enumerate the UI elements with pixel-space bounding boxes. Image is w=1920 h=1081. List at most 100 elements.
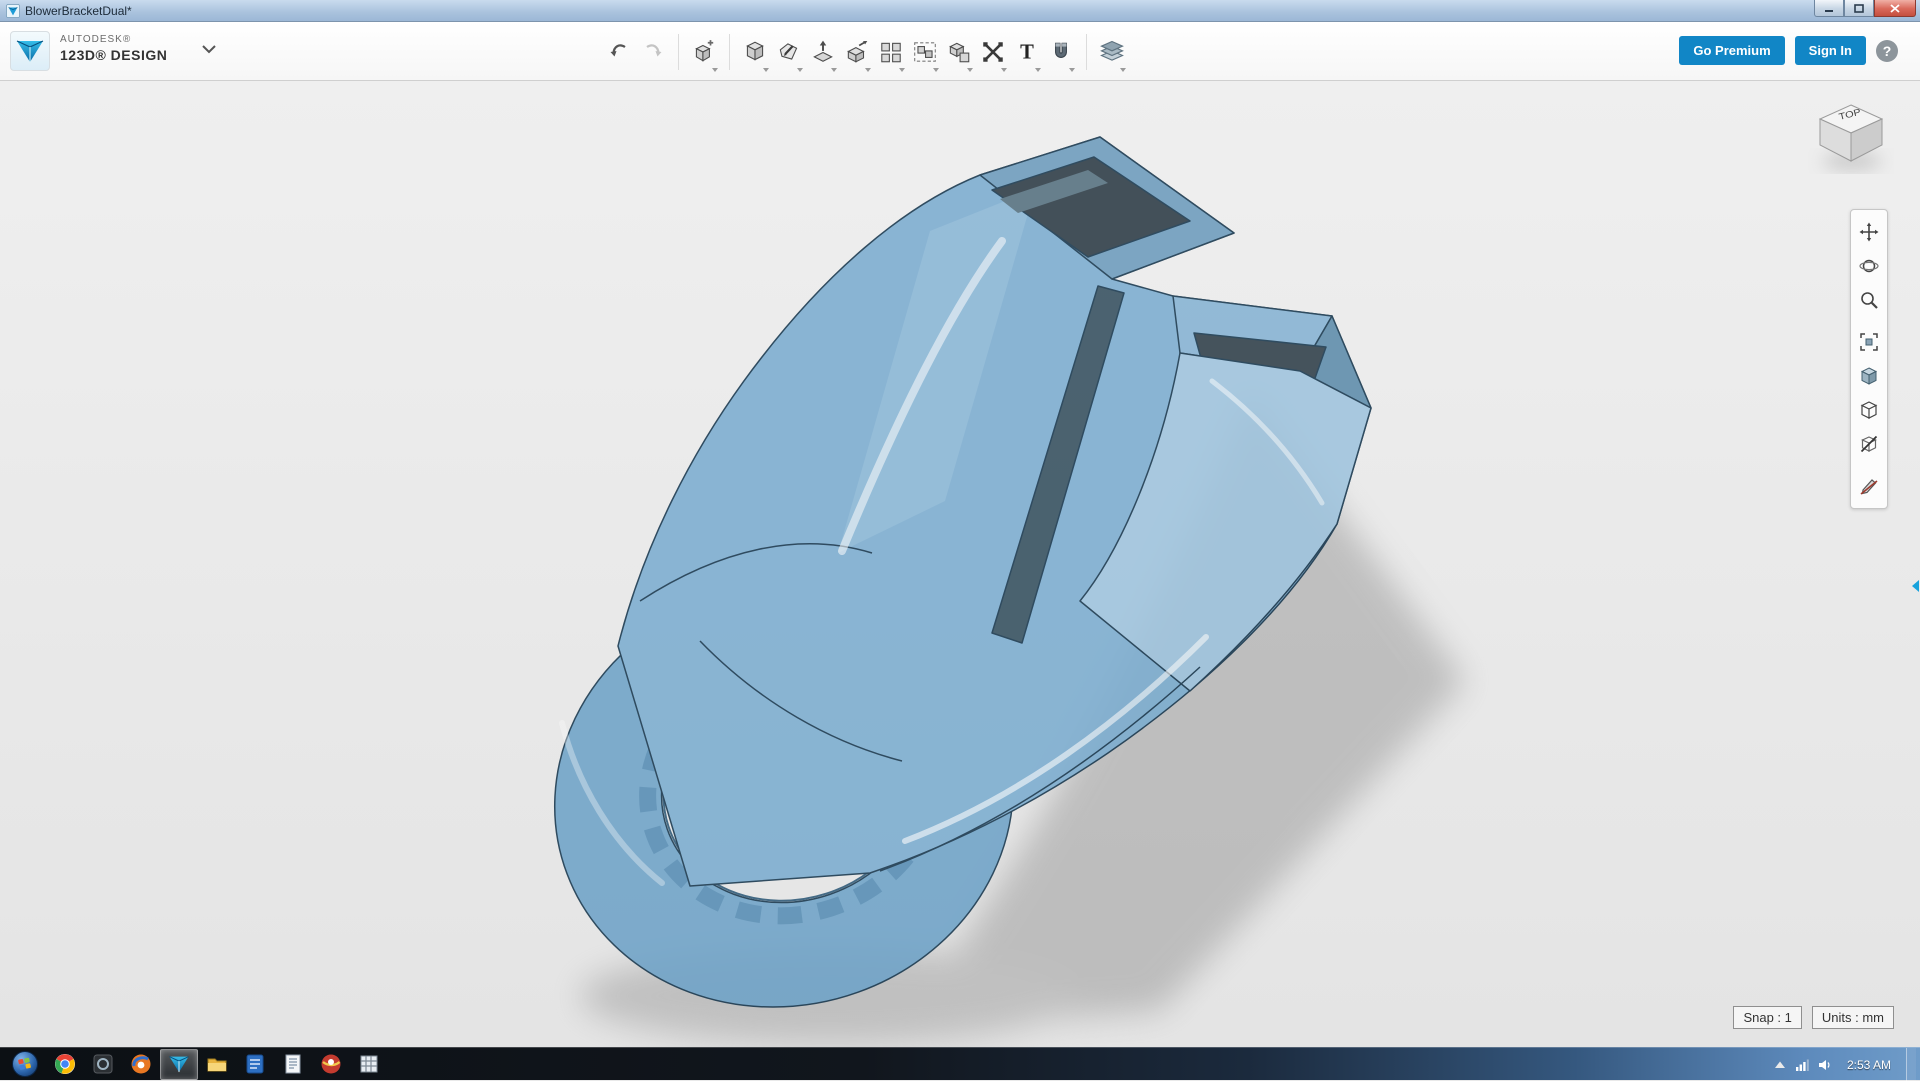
app-window-icon <box>6 4 20 18</box>
fit-view-icon <box>1859 332 1879 352</box>
brand-product: 123D® DESIGN <box>60 47 167 65</box>
redo-button[interactable] <box>636 29 670 75</box>
minimize-button[interactable] <box>1814 0 1844 17</box>
combine-dropdown-caret <box>967 68 973 72</box>
zoom-button[interactable] <box>1854 285 1884 315</box>
shaded-view-button[interactable] <box>1854 361 1884 391</box>
modify-button[interactable] <box>840 29 874 75</box>
snap-setting[interactable]: Snap : 1 <box>1733 1006 1801 1029</box>
close-button[interactable] <box>1874 0 1916 17</box>
sketch-visibility-icon <box>1859 476 1879 496</box>
wireframe-view-button[interactable] <box>1854 395 1884 425</box>
snap-magnet-icon <box>1048 39 1074 65</box>
taskbar-clock[interactable]: 2:53 AM <box>1841 1058 1897 1072</box>
model-blower-bracket <box>0 81 1920 1047</box>
hide-objects-button[interactable] <box>1854 429 1884 459</box>
taskbar-windows-explorer-icon[interactable] <box>198 1049 236 1080</box>
undo-button[interactable] <box>602 29 636 75</box>
brand-autodesk: AUTODESK® <box>60 34 167 47</box>
pattern-icon <box>878 39 904 65</box>
show-desktop-button[interactable] <box>1906 1048 1916 1081</box>
units-setting[interactable]: Units : mm <box>1812 1006 1894 1029</box>
orbit-button[interactable] <box>1854 251 1884 281</box>
zoom-icon <box>1859 290 1879 310</box>
taskbar-notepad-icon[interactable] <box>274 1049 312 1080</box>
taskbar-document-app-icon[interactable] <box>236 1049 274 1080</box>
redo-icon <box>641 40 665 64</box>
combine-button[interactable] <box>942 29 976 75</box>
123d-logo-icon <box>15 37 45 65</box>
taskbar-pinned-apps <box>46 1048 388 1081</box>
orbit-icon <box>1859 256 1879 276</box>
windows-start-icon <box>11 1050 39 1078</box>
snap-dropdown-caret <box>1069 68 1075 72</box>
pattern-button[interactable] <box>874 29 908 75</box>
transform-button[interactable] <box>687 29 721 75</box>
start-button[interactable] <box>8 1049 42 1079</box>
taskbar-grid-app-icon[interactable] <box>350 1049 388 1080</box>
toolbar-separator <box>1086 34 1087 70</box>
pan-icon <box>1859 222 1879 242</box>
fit-view-button[interactable] <box>1854 327 1884 357</box>
taskbar-browser-icon[interactable] <box>312 1049 350 1080</box>
material-icon <box>1098 38 1126 66</box>
toolbar-separator <box>678 34 679 70</box>
window-title: BlowerBracketDual* <box>25 4 132 18</box>
pattern-dropdown-caret <box>899 68 905 72</box>
viewport-3d[interactable]: TOP <box>0 81 1920 1047</box>
system-tray: 2:53 AM <box>1774 1048 1920 1081</box>
panel-toggle-arrow-icon <box>1912 580 1919 592</box>
undo-icon <box>607 40 631 64</box>
material-button[interactable] <box>1095 29 1129 75</box>
text-dropdown-caret <box>1035 68 1041 72</box>
taskbar-media-app-icon[interactable] <box>122 1049 160 1080</box>
primitives-button[interactable] <box>738 29 772 75</box>
sketch-icon <box>776 39 802 65</box>
sketch-visibility-button[interactable] <box>1854 471 1884 501</box>
help-button[interactable]: ? <box>1876 40 1898 62</box>
viewport-statusbar: Snap : 1 Units : mm <box>1733 1006 1894 1029</box>
primitives-dropdown-caret <box>763 68 769 72</box>
snap-button[interactable] <box>1044 29 1078 75</box>
measure-dropdown-caret <box>1001 68 1007 72</box>
text-button[interactable]: T <box>1010 29 1044 75</box>
taskbar-dark-app-icon[interactable] <box>84 1049 122 1080</box>
view-cube[interactable]: TOP <box>1808 95 1894 181</box>
navigation-toolbar <box>1850 209 1888 509</box>
transform-dropdown-caret <box>712 68 718 72</box>
brand-text: AUTODESK® 123D® DESIGN <box>60 34 167 64</box>
windows-taskbar: 2:53 AM <box>0 1047 1920 1080</box>
toolbar-separator <box>729 34 730 70</box>
tray-hidden-icons-chevron[interactable] <box>1774 1060 1786 1070</box>
measure-icon <box>980 39 1006 65</box>
go-premium-button[interactable]: Go Premium <box>1679 36 1784 65</box>
construct-button[interactable] <box>806 29 840 75</box>
app-logo[interactable] <box>10 31 50 71</box>
shaded-view-icon <box>1859 366 1879 386</box>
side-panel-toggle[interactable] <box>1910 573 1920 599</box>
window-titlebar[interactable]: BlowerBracketDual* <box>0 0 1920 22</box>
sketch-button[interactable] <box>772 29 806 75</box>
tray-volume-icon[interactable] <box>1818 1059 1832 1071</box>
sketch-dropdown-caret <box>797 68 803 72</box>
grouping-dropdown-caret <box>933 68 939 72</box>
hide-objects-icon <box>1859 434 1879 454</box>
main-toolbar: T <box>602 22 1129 81</box>
wireframe-view-icon <box>1859 400 1879 420</box>
tray-network-icon[interactable] <box>1795 1059 1809 1071</box>
taskbar-123d-design-icon[interactable] <box>160 1049 198 1080</box>
transform-icon <box>691 39 717 65</box>
taskbar-chrome-icon[interactable] <box>46 1049 84 1080</box>
measure-button[interactable] <box>976 29 1010 75</box>
pan-button[interactable] <box>1854 217 1884 247</box>
maximize-button[interactable] <box>1844 0 1874 17</box>
grouping-button[interactable] <box>908 29 942 75</box>
combine-icon <box>946 39 972 65</box>
primitives-icon <box>742 39 768 65</box>
construct-dropdown-caret <box>831 68 837 72</box>
construct-icon <box>810 39 836 65</box>
sign-in-button[interactable]: Sign In <box>1795 36 1866 65</box>
main-menu-chevron-icon[interactable] <box>196 36 222 62</box>
modify-icon <box>844 39 870 65</box>
text-icon: T <box>1014 39 1040 65</box>
